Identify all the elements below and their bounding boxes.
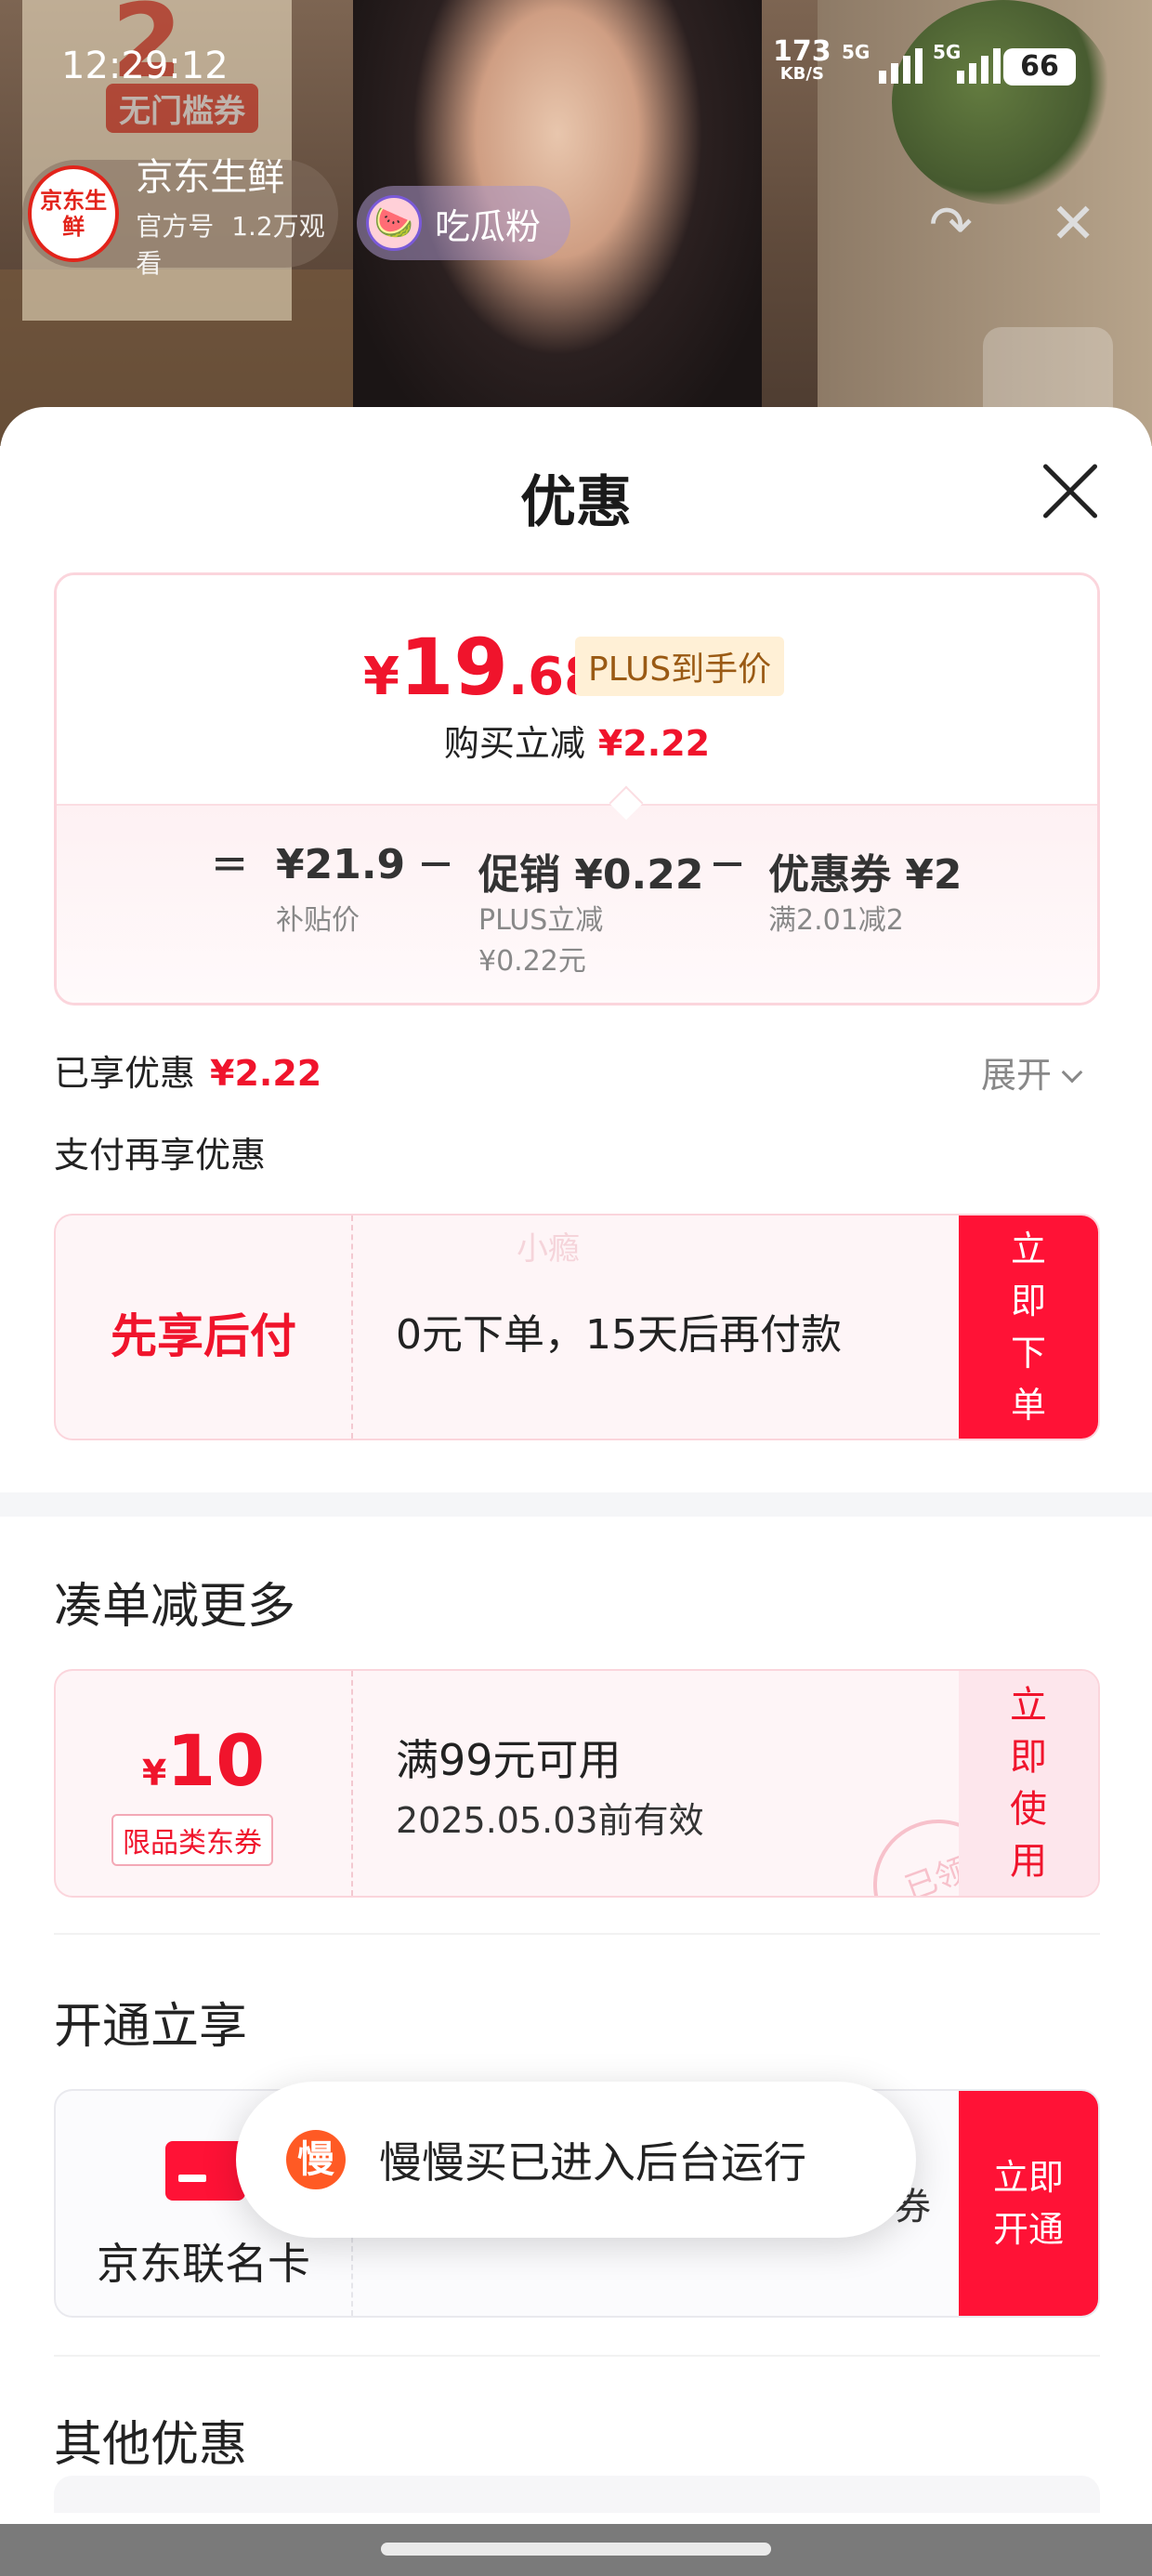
expand-toggle[interactable]: 展开	[981, 1046, 1083, 1097]
next-card-peek	[54, 2476, 1100, 2513]
battery-indicator: 66	[1003, 48, 1076, 85]
promo-value: 促销 ¥0.22	[478, 851, 704, 899]
coupon-type-badge: 限品类东券	[111, 1814, 273, 1866]
equals-sign: =	[211, 837, 249, 889]
network-speed-unit: KB/S	[779, 64, 824, 84]
coupon-condition: 满2.01减2	[768, 904, 904, 937]
chevron-down-icon	[1061, 1061, 1083, 1084]
plus-price-tag: PLUS到手价	[575, 637, 785, 696]
official-tag: 官方号	[136, 211, 215, 242]
share-icon[interactable]: ↷	[929, 195, 973, 256]
viewer-count: 官方号 1.2万观看	[136, 206, 338, 281]
signal-icon	[957, 48, 1001, 84]
shop-name: 京东生鲜	[136, 156, 285, 199]
enjoyed-discount: 已享优惠 ¥2.22	[54, 1053, 322, 1094]
status-bar: 12:29:12 173 KB/S 5G 5G 66	[0, 0, 1152, 139]
jd-card-label: 京东联名卡	[97, 2239, 310, 2289]
section-title-open: 开通立享	[54, 1999, 248, 2055]
open-now-button[interactable]: 立即开通	[959, 2091, 1098, 2316]
separator	[54, 2355, 1100, 2357]
section-title-more: 凑单减更多	[54, 1579, 296, 1635]
pay-more-heading: 支付再享优惠	[54, 1135, 267, 1176]
fans-badge[interactable]: 🍉 吃瓜粉	[357, 186, 570, 260]
coupon-card: ¥10 限品类东券 满99元可用 2025.05.03前有效 已领 立即使用	[54, 1669, 1100, 1898]
home-indicator[interactable]	[381, 2543, 771, 2556]
price-formula: = ¥21.9 补贴价 − 促销 ¥0.22 PLUS立减 ¥0.22元 − 优…	[57, 837, 1097, 986]
toast-text: 慢慢买已进入后台运行	[379, 2137, 806, 2188]
pay-later-card: 先享后付 小瘾 0元下单，15天后再付款 立即下单	[54, 1214, 1100, 1440]
base-price-label: 补贴价	[276, 904, 360, 937]
coupon-value: 优惠券 ¥2	[768, 851, 962, 899]
minus-sign: −	[417, 837, 455, 889]
app-screen: 2 无门槛券 12:29:12 173 KB/S 5G 5G 66 京东生鲜 京…	[0, 0, 1152, 2576]
signal-icon	[879, 48, 923, 84]
close-live-icon[interactable]: ✕	[1050, 191, 1096, 256]
network-speed: 173 KB/S	[773, 38, 831, 85]
discount-sheet: 优惠 ¥ 19 .68 PLUS到手价 购买立减 ¥2.22 = ¥21.9 补贴…	[0, 407, 1152, 2576]
coupon-amount: ¥10	[141, 1719, 266, 1802]
minus-sign: −	[709, 837, 747, 889]
base-price: ¥21.9	[276, 841, 406, 888]
credit-card-icon	[165, 2141, 245, 2201]
background-toast: 慢 慢慢买已进入后台运行	[236, 2082, 916, 2238]
sim1-label: 5G	[842, 41, 871, 63]
clock: 12:29:12	[61, 45, 229, 87]
pay-later-title: 先享后付	[111, 1309, 296, 1363]
pay-later-desc: 0元下单，15天后再付款	[396, 1311, 842, 1359]
instant-reduce: 购买立减 ¥2.22	[443, 723, 711, 764]
order-now-button[interactable]: 立即下单	[959, 1216, 1098, 1439]
app-icon: 慢	[286, 2130, 346, 2189]
section-divider	[0, 1492, 1152, 1517]
use-now-button[interactable]: 立即使用	[959, 1671, 1098, 1896]
shop-info-pill[interactable]: 京东生鲜 京东生鲜 官方号 1.2万观看	[22, 156, 338, 279]
coupon-expiry: 2025.05.03前有效	[396, 1800, 704, 1841]
promo-detail: PLUS立减 ¥0.22元	[478, 904, 604, 978]
coupon-condition: 满99元可用	[396, 1735, 622, 1785]
shop-logo: 京东生鲜	[28, 165, 120, 262]
sheet-title: 优惠	[520, 470, 632, 535]
separator	[54, 1933, 1100, 1935]
final-price: ¥ 19 .68	[363, 622, 601, 713]
watermelon-icon: 🍉	[366, 195, 422, 251]
gesture-nav-bar	[0, 2524, 1152, 2576]
price-breakdown-card: ¥ 19 .68 PLUS到手价 购买立减 ¥2.22 = ¥21.9 补贴价 −…	[54, 572, 1100, 1005]
close-icon[interactable]	[1037, 457, 1104, 524]
fans-label: 吃瓜粉	[435, 205, 542, 247]
section-title-other: 其他优惠	[54, 2417, 248, 2473]
watermark: 小瘾	[517, 1230, 580, 1268]
